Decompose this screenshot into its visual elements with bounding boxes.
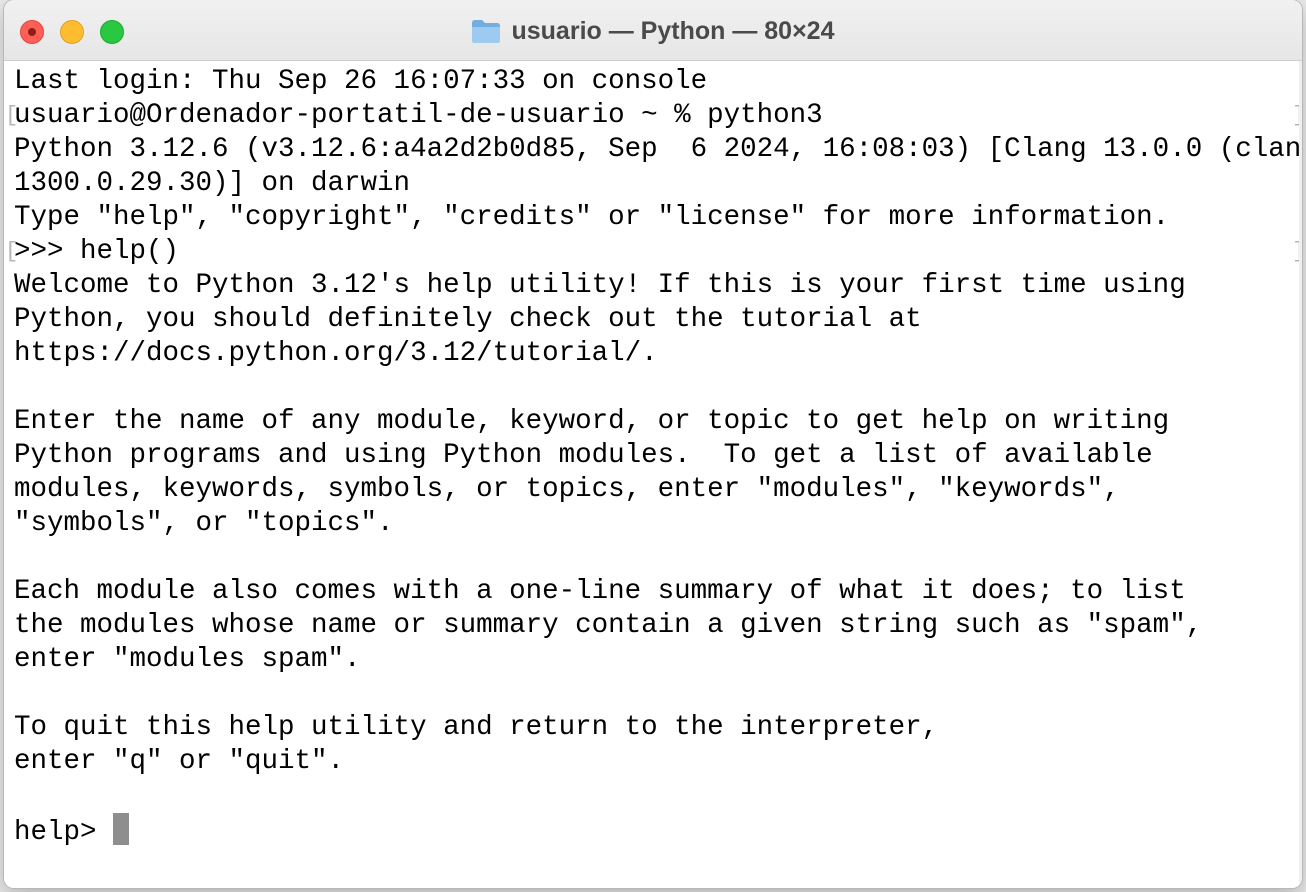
help-prompt: help> (14, 817, 114, 848)
terminal-line: Welcome to Python 3.12's help utility! I… (14, 270, 1186, 301)
terminal-line: Last login: Thu Sep 26 16:07:33 on conso… (14, 66, 708, 97)
terminal-line: Each module also comes with a one-line s… (14, 576, 1186, 607)
terminal-line-text: usuario@Ordenador-portatil-de-usuario ~ … (14, 100, 823, 131)
terminal-line: enter "q" or "quit". (14, 746, 345, 777)
folder-icon (472, 20, 501, 43)
terminal-line: 1300.0.29.30)] on darwin (14, 168, 411, 199)
terminal-line: Type "help", "copyright", "credits" or "… (14, 202, 1170, 233)
window-title: usuario — Python — 80×24 (511, 17, 835, 45)
terminal-line-command: [>>> help()] (5, 235, 1302, 269)
terminal-line: enter "modules spam". (14, 644, 361, 675)
terminal-line: the modules whose name or summary contai… (14, 610, 1203, 641)
terminal-line: https://docs.python.org/3.12/tutorial/. (14, 338, 658, 369)
terminal-line: Python 3.12.6 (v3.12.6:a4a2d2b0d85, Sep … (14, 134, 1302, 165)
terminal-line-text: >>> help() (14, 236, 180, 267)
window-title-container: usuario — Python — 80×24 (4, 14, 1302, 48)
terminal-line: "symbols", or "topics". (14, 508, 394, 539)
mark-left: [ (5, 103, 19, 128)
terminal-window: usuario — Python — 80×24 Last login: Thu… (4, 0, 1302, 888)
terminal-line: Python programs and using Python modules… (14, 440, 1153, 471)
terminal-line: To quit this help utility and return to … (14, 712, 939, 743)
terminal-output[interactable]: Last login: Thu Sep 26 16:07:33 on conso… (4, 61, 1302, 888)
help-prompt-line[interactable]: help> (14, 813, 1292, 848)
terminal-line: Python, you should definitely check out … (14, 304, 922, 335)
terminal-line: Enter the name of any module, keyword, o… (14, 406, 1170, 437)
terminal-line-command: [usuario@Ordenador-portatil-de-usuario ~… (5, 99, 1302, 133)
title-bar[interactable]: usuario — Python — 80×24 (4, 0, 1302, 61)
scrollbar-track[interactable] (1299, 61, 1302, 888)
text-cursor (113, 813, 130, 845)
mark-left: [ (5, 239, 19, 264)
terminal-line: modules, keywords, symbols, or topics, e… (14, 474, 1120, 505)
